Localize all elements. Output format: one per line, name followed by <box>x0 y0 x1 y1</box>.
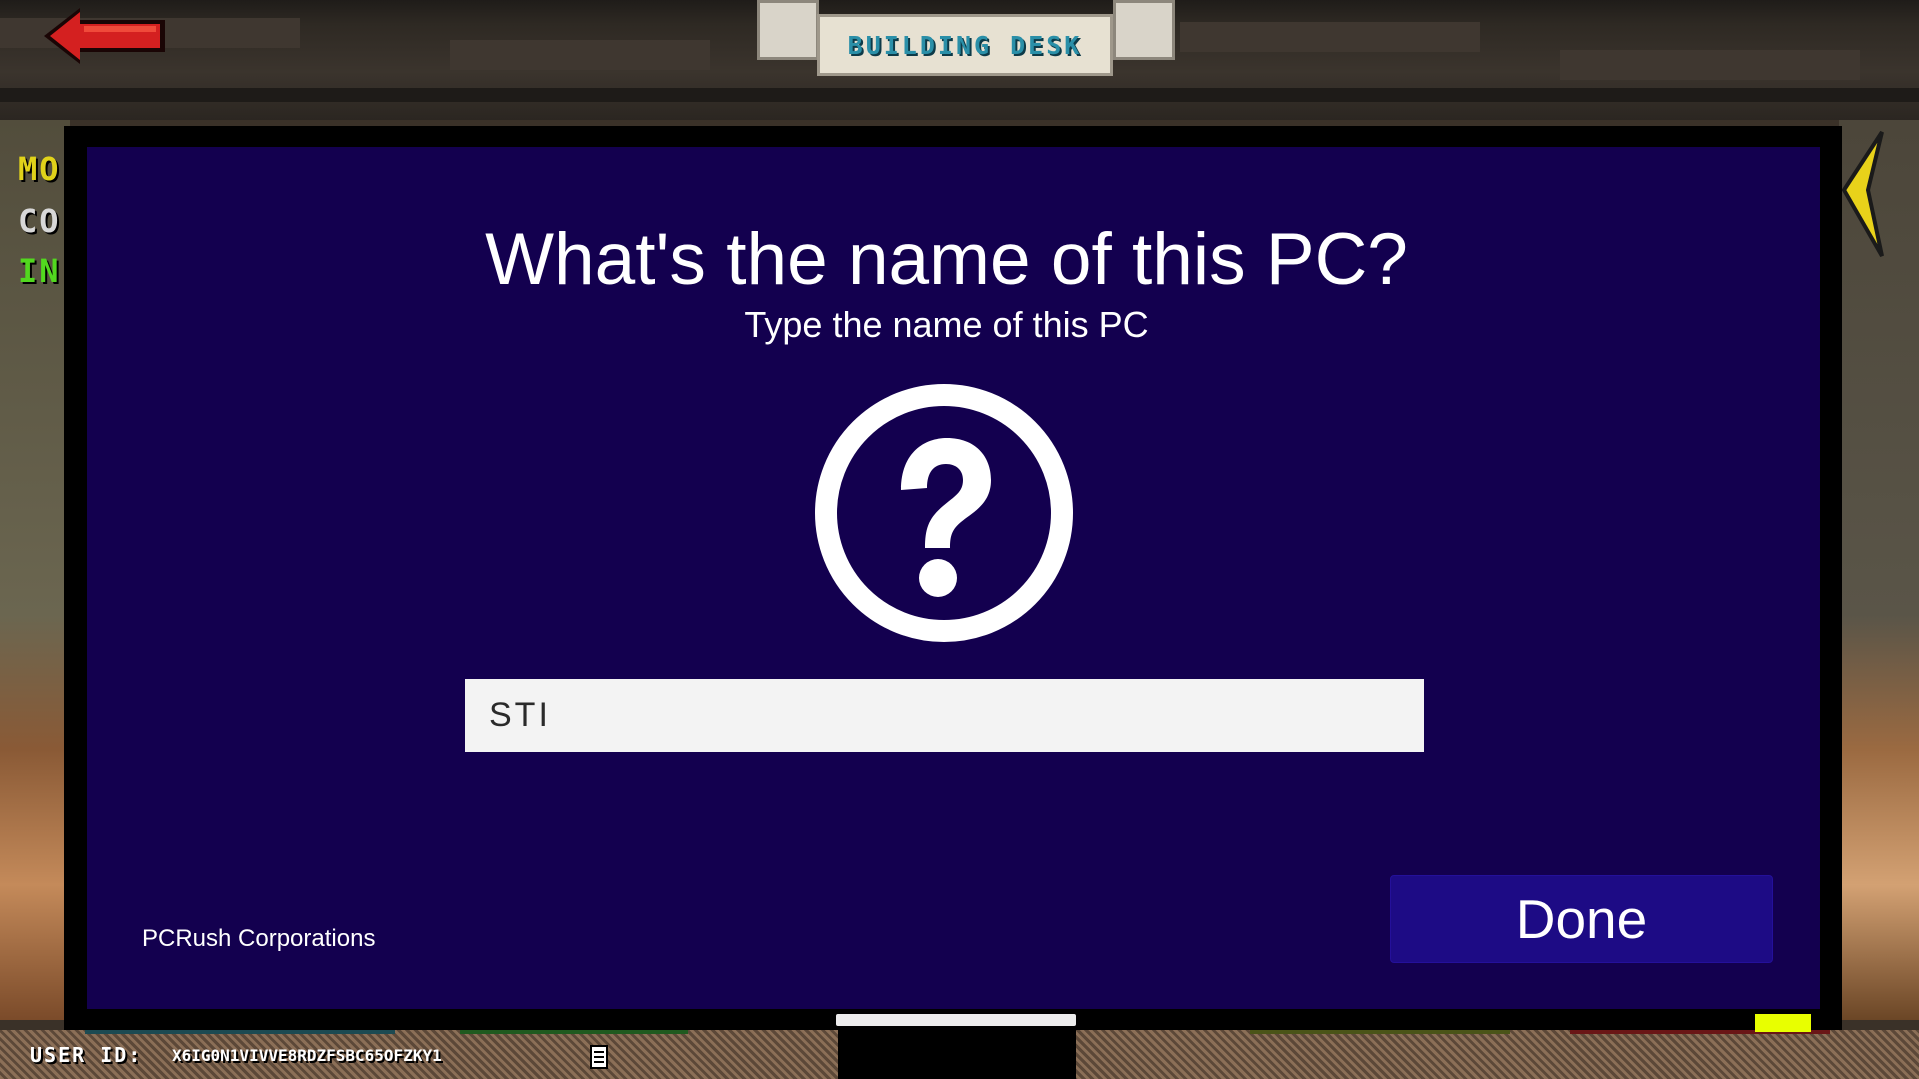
wall-plank <box>450 40 710 70</box>
floor-stripe <box>85 1030 395 1034</box>
company-name: PCRush Corporations <box>142 925 376 952</box>
title-plate-tab <box>757 0 819 60</box>
stat-label-1: MO <box>18 150 61 188</box>
dock-slot <box>838 1018 1076 1079</box>
wall-rail <box>0 88 1919 102</box>
dock-handle[interactable] <box>836 1014 1076 1026</box>
copy-document-icon[interactable] <box>588 1044 610 1070</box>
title-plate: BUILDING DESK <box>757 0 1175 78</box>
floor-stripe <box>460 1030 688 1034</box>
title-plate-tab <box>1113 0 1175 60</box>
user-id-label: USER ID: <box>30 1043 143 1067</box>
page-title: BUILDING DESK <box>847 30 1083 60</box>
status-chip <box>1755 1014 1811 1032</box>
wall-plank <box>1560 50 1860 80</box>
wall-plank <box>1180 22 1480 52</box>
game-screen: BUILDING DESK MO CO IN What's the name o… <box>0 0 1919 1079</box>
user-id-value: X6IG0N1VIVVE8RDZFSBC65OFZKY1 <box>172 1046 442 1065</box>
dialog-title: What's the name of this PC? <box>485 219 1408 300</box>
dialog-subtitle: Type the name of this PC <box>744 304 1149 345</box>
question-mark-circle-icon <box>813 382 1075 644</box>
back-arrow-icon[interactable] <box>40 6 170 66</box>
done-button[interactable]: Done <box>1390 875 1773 963</box>
floor-stripe <box>1250 1030 1510 1034</box>
pc-name-input[interactable] <box>465 679 1424 752</box>
title-plate-board: BUILDING DESK <box>817 14 1113 76</box>
